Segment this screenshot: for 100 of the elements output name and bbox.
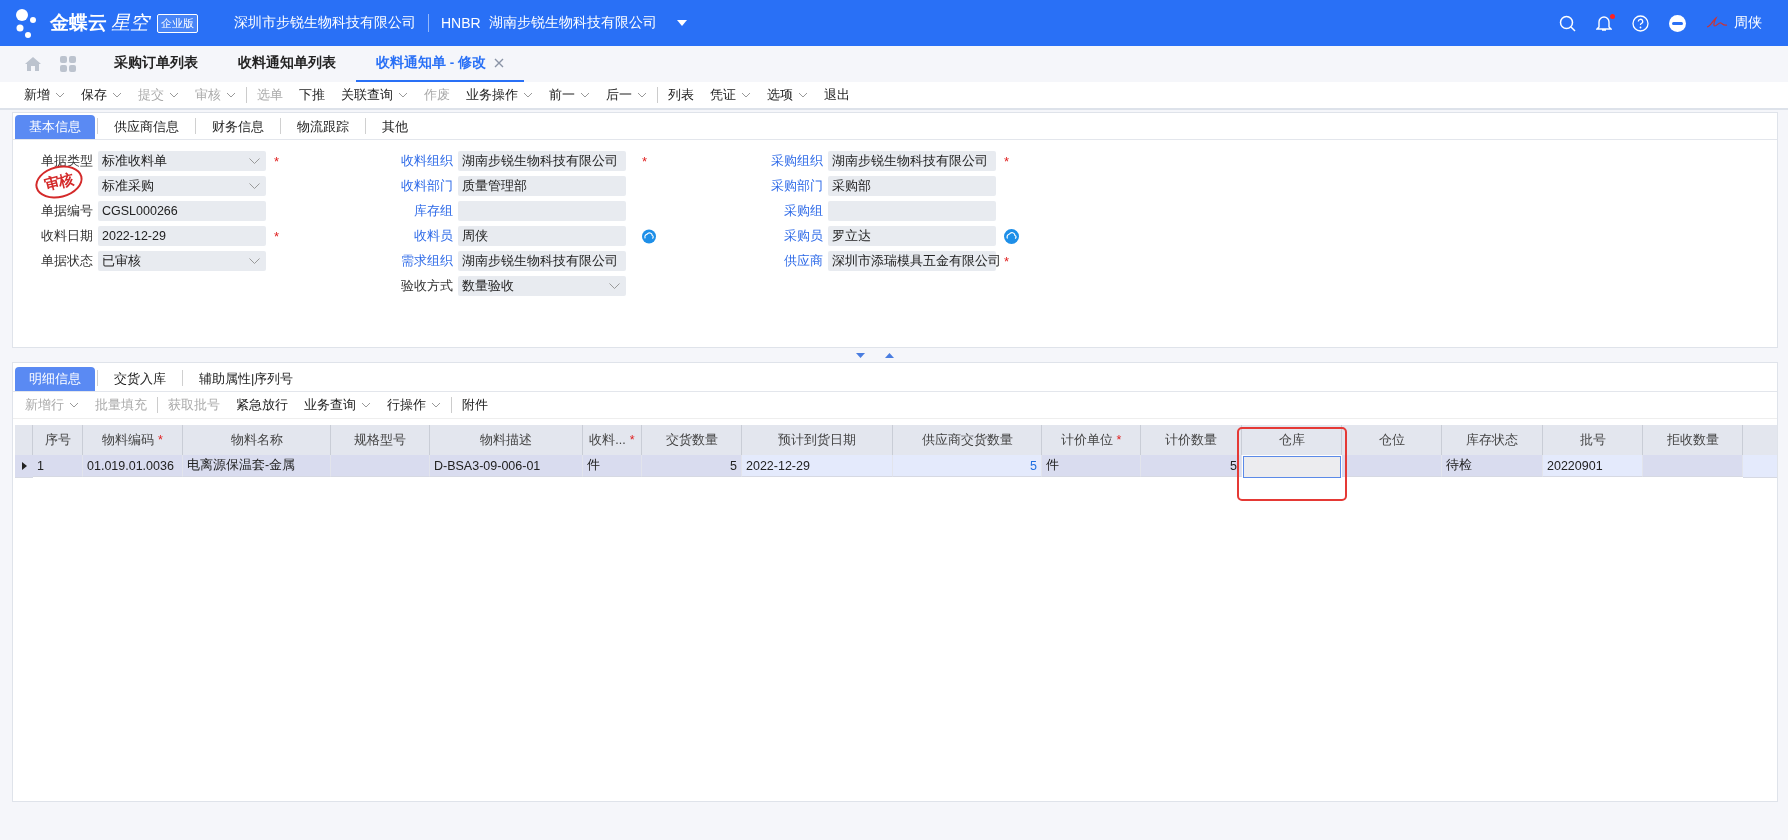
toolbar-button[interactable]: 前一 [541,83,598,107]
input-field[interactable]: 周侠 [458,226,626,246]
org-code[interactable]: HNBR [441,15,481,31]
column-header[interactable]: 仓位 [1342,425,1442,455]
user-name[interactable]: 周侠 [1734,14,1762,32]
dropdown-field[interactable]: 已审核 [98,251,266,271]
toolbar-button[interactable]: 选项 [759,83,816,107]
toolbar-button[interactable]: 业务操作 [458,83,541,107]
caret-icon [69,402,79,408]
column-header[interactable]: 仓库 [1242,425,1342,455]
tab[interactable]: 其他 [368,115,422,139]
column-header[interactable]: 供应商交货数量 [893,425,1042,455]
table-cell: 件 [1042,455,1141,477]
input-field[interactable]: CGSL000266 [98,201,266,221]
chevron-icon [249,258,260,264]
close-icon[interactable] [494,58,504,68]
expand-up-icon[interactable] [885,352,894,358]
search-icon[interactable] [1559,14,1576,32]
more-icon[interactable] [1669,14,1686,32]
caret-icon [361,402,371,408]
chevron-icon [249,158,260,164]
dropdown-caret-icon[interactable] [676,20,687,26]
field-label[interactable]: 收料组织 [361,152,453,170]
input-field[interactable]: 罗立达 [828,226,996,246]
table-cell: 20220901 [1543,455,1643,477]
field-label[interactable]: 供应商 [731,252,823,270]
field-label[interactable]: 收料员 [361,227,453,245]
page-tab[interactable]: 采购订单列表 [94,46,218,82]
toolbar-button[interactable]: 下推 [291,83,333,107]
input-field[interactable]: 2022-12-29 [98,226,266,246]
toolbar-button[interactable]: 业务查询 [296,393,379,417]
tab[interactable]: 财务信息 [198,115,278,139]
logo-subtitle: 星空 [111,11,149,35]
chevron-icon [249,183,260,189]
table-cell: 待检 [1442,455,1543,477]
collapse-down-icon[interactable] [856,352,865,358]
caret-icon [398,92,408,98]
table-cell: 2022-12-29 [742,455,893,477]
toolbar-button[interactable]: 紧急放行 [228,393,296,417]
required-mark: * [274,153,280,169]
toolbar-button[interactable]: 凭证 [702,83,759,107]
tab[interactable]: 交货入库 [100,367,180,391]
input-field[interactable]: 湖南步锐生物科技有限公司 [458,251,626,271]
column-header[interactable]: 规格型号 [331,425,430,455]
column-header[interactable]: 拒收数量 [1643,425,1743,455]
field-label[interactable]: 采购组 [731,202,823,220]
column-header[interactable]: 库存状态 [1442,425,1543,455]
field-label[interactable]: 库存组 [361,202,453,220]
input-field[interactable]: 湖南步锐生物科技有限公司 [828,151,996,171]
refresh-cloud-icon[interactable] [1004,228,1019,244]
bell-icon[interactable] [1596,14,1612,32]
dropdown-field[interactable]: 数量验收 [458,276,626,296]
field-label: 收料日期 [40,227,93,245]
toolbar-button[interactable]: 退出 [816,83,858,107]
toolbar-button[interactable]: 后一 [598,83,655,107]
table-cell[interactable] [1243,456,1341,478]
toolbar-button[interactable]: 行操作 [379,393,449,417]
toolbar-button[interactable]: 关联查询 [333,83,416,107]
input-field[interactable]: 湖南步锐生物科技有限公司 [458,151,626,171]
chevron-icon [609,283,620,289]
toolbar-button[interactable]: 新增 [16,83,73,107]
column-header[interactable]: 交货数量 [642,425,742,455]
tab[interactable]: 供应商信息 [100,115,193,139]
column-header[interactable]: 预计到货日期 [742,425,893,455]
company-name[interactable]: 深圳市步锐生物科技有限公司 [234,14,416,32]
table-cell: 电离源保温套-金属 [183,455,331,477]
column-header[interactable]: 物料描述 [430,425,583,455]
toolbar-button[interactable]: 保存 [73,83,130,107]
field-label[interactable]: 采购员 [731,227,823,245]
caret-icon [226,92,236,98]
field-label[interactable]: 需求组织 [361,252,453,270]
tab[interactable]: 物流跟踪 [283,115,363,139]
column-header[interactable]: 物料名称 [183,425,331,455]
tab[interactable]: 辅助属性|序列号 [185,367,308,391]
edition-badge: 企业版 [157,13,198,33]
refresh-cloud-icon[interactable] [642,228,656,244]
logo-text: 金蝶云 [50,11,107,35]
page-tab[interactable]: 收料通知单列表 [218,46,356,82]
input-field[interactable]: 采购部 [828,176,996,196]
column-header[interactable]: 计价单位 * [1042,425,1141,455]
dropdown-field[interactable]: 标准收料单 [98,151,266,171]
field-label[interactable]: 收料部门 [361,177,453,195]
column-header[interactable]: 批号 [1543,425,1643,455]
field-label[interactable]: 采购组织 [731,152,823,170]
field-label[interactable]: 采购部门 [731,177,823,195]
column-header[interactable]: 计价数量 [1141,425,1242,455]
column-header[interactable]: 序号 [33,425,83,455]
input-field[interactable]: 质量管理部 [458,176,626,196]
toolbar-button[interactable]: 附件 [454,393,496,417]
toolbar-button[interactable]: 列表 [660,83,702,107]
row-indicator[interactable] [15,455,33,478]
table-cell: 5 [1141,455,1242,477]
column-header[interactable]: 物料编码 * [83,425,183,455]
caret-icon [798,92,808,98]
dropdown-field[interactable]: 标准采购 [98,176,266,196]
org-name[interactable]: 湖南步锐生物科技有限公司 [488,14,657,32]
help-icon[interactable] [1632,14,1649,32]
column-header[interactable]: 收料... * [583,425,642,455]
required-mark: * [642,153,648,169]
caret-icon [431,402,441,408]
